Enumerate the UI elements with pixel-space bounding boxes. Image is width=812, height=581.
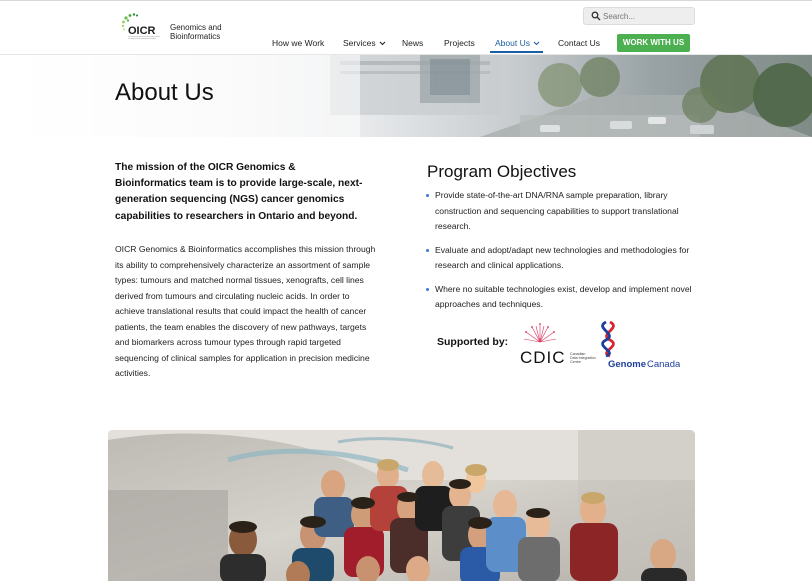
nav-services[interactable]: Services xyxy=(343,38,386,48)
nav-contact-us[interactable]: Contact Us xyxy=(558,38,600,48)
nav-label: Contact Us xyxy=(558,38,601,48)
oicr-logo[interactable]: OICR Genomics and Bioinformatics xyxy=(120,12,230,42)
cdic-logo[interactable]: CDIC Canadian Data Integration Centre xyxy=(520,322,600,367)
site-header: OICR Genomics and Bioinformatics How we … xyxy=(0,0,812,55)
logo-text: Genomics and Bioinformatics xyxy=(170,23,222,41)
chevron-down-icon xyxy=(379,41,385,46)
logo-text-line2: Bioinformatics xyxy=(170,32,221,41)
hero-banner: About Us xyxy=(0,55,812,137)
bullet-icon xyxy=(426,194,429,197)
page-title: About Us xyxy=(115,79,214,106)
team-photo-image xyxy=(108,430,695,581)
objectives-list: Provide state-of-the-art DNA/RNA sample … xyxy=(426,188,696,321)
supported-by-label: Supported by: xyxy=(437,336,509,348)
search-box[interactable] xyxy=(583,7,695,25)
svg-text:Genome: Genome xyxy=(608,359,646,370)
objectives-heading: Program Objectives xyxy=(427,162,577,181)
work-with-us-button[interactable]: WORK WITH US xyxy=(617,34,690,52)
svg-text:Centre: Centre xyxy=(570,360,581,364)
logo-text-line1: Genomics and xyxy=(170,23,222,32)
top-divider xyxy=(0,0,812,1)
nav-news[interactable]: News xyxy=(402,38,423,48)
svg-text:OICR: OICR xyxy=(128,25,156,37)
mission-description: OICR Genomics & Bioinformatics accomplis… xyxy=(115,244,376,378)
search-input[interactable] xyxy=(603,9,691,23)
mission-statement: The mission of the OICR Genomics & Bioin… xyxy=(115,162,363,222)
chevron-down-icon xyxy=(533,41,540,46)
nav-label: About Us xyxy=(495,38,530,48)
nav-how-we-work[interactable]: How we Work xyxy=(272,38,324,48)
oicr-logo-mark: OICR xyxy=(121,13,160,39)
nav-about-us[interactable]: About Us xyxy=(495,38,540,48)
list-item: Provide state-of-the-art DNA/RNA sample … xyxy=(426,188,696,235)
nav-label: Services xyxy=(343,38,376,48)
svg-text:Canada: Canada xyxy=(647,359,680,370)
svg-text:CDIC: CDIC xyxy=(520,348,566,367)
objective-text: Provide state-of-the-art DNA/RNA sample … xyxy=(435,190,679,231)
bullet-icon xyxy=(426,248,429,252)
nav-label: News xyxy=(402,38,424,48)
genome-canada-logo[interactable]: Genome Canada xyxy=(600,320,680,370)
bullet-icon xyxy=(426,287,429,291)
list-item: Evaluate and adopt/adapt new technologie… xyxy=(426,243,696,274)
list-item: Where no suitable technologies exist, de… xyxy=(426,282,696,313)
nav-projects[interactable]: Projects xyxy=(444,38,475,48)
nav-label: How we Work xyxy=(272,38,325,48)
active-nav-indicator xyxy=(490,51,543,53)
team-photo xyxy=(108,430,695,581)
search-icon[interactable] xyxy=(591,11,601,21)
objective-text: Where no suitable technologies exist, de… xyxy=(435,283,692,310)
objective-text: Evaluate and adopt/adapt new technologie… xyxy=(435,244,690,271)
nav-label: Projects xyxy=(444,38,475,48)
